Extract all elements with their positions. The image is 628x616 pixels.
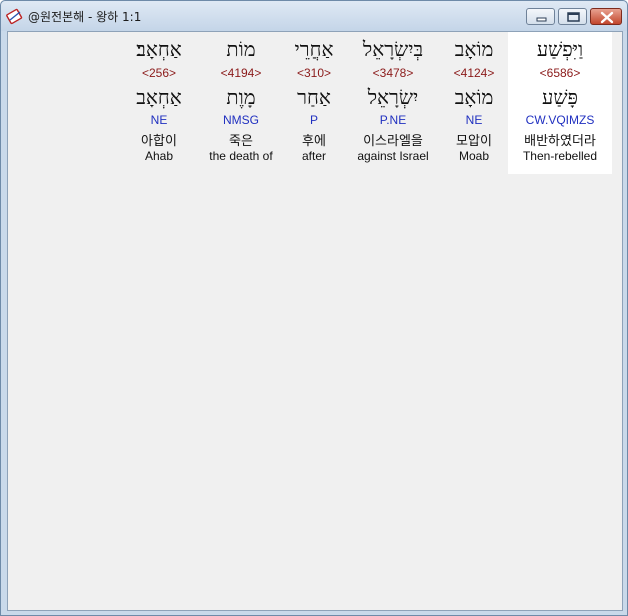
lemma-word: יִשְׂרָאֵל [367, 85, 419, 109]
hebrew-word: וַיִּפְשַׁע [536, 37, 584, 61]
word-column[interactable]: מוֹת <4194> מָוֶת NMSG 죽은 the death of [201, 32, 281, 174]
lemma-word: אַחַר [297, 85, 331, 109]
close-icon [600, 11, 614, 24]
minimize-button[interactable] [526, 8, 555, 25]
korean-gloss: 이스라엘을 [363, 134, 423, 149]
morphology-code: NMSG [223, 113, 259, 127]
korean-gloss: 후에 [302, 134, 326, 149]
morphology-code: P.NE [379, 113, 407, 127]
morphology-code: CW.VQIMZS [525, 113, 595, 127]
hebrew-word: אַחֲרֵי [294, 37, 334, 61]
korean-gloss: 배반하였더라 [524, 134, 596, 149]
lemma-word: פָּשַׁע [542, 85, 578, 109]
restore-icon [567, 12, 580, 22]
word-column[interactable]: מוֹאָב <4124> מוֹאָב NE 모압이 Moab [442, 32, 506, 174]
hebrew-word: מוֹת [226, 37, 256, 61]
word-column[interactable]: אַחְאָב׃ <256> אַחְאָב NE 아합이 Ahab [124, 32, 194, 174]
korean-gloss: 아합이 [141, 134, 177, 149]
interlinear-panel[interactable]: וַיִּפְשַׁע <6586> פָּשַׁע CW.VQIMZS 배반하… [7, 31, 623, 611]
hebrew-word: מוֹאָב [454, 37, 494, 61]
title-bar[interactable]: @원전본해 - 왕하 1:1 [1, 1, 627, 31]
morphology-code: NE [465, 113, 483, 127]
strong-number[interactable]: <310> [286, 66, 342, 80]
close-button[interactable] [590, 8, 622, 25]
strong-number[interactable]: <4124> [442, 66, 506, 80]
word-column[interactable]: אַחֲרֵי <310> אַחַר P 후에 after [286, 32, 342, 174]
strong-number[interactable]: <4194> [201, 66, 281, 80]
word-column[interactable]: בְּיִשְׂרָאֵל <3478> יִשְׂרָאֵל P.NE 이스라… [348, 32, 438, 174]
english-gloss: Ahab [144, 149, 174, 163]
korean-gloss: 모압이 [456, 134, 492, 149]
hebrew-word: בְּיִשְׂרָאֵל [362, 37, 424, 61]
english-gloss: after [301, 149, 326, 163]
english-gloss: Moab [458, 149, 490, 163]
strong-number[interactable]: <3478> [348, 66, 438, 80]
window-title: @원전본해 - 왕하 1:1 [28, 10, 142, 24]
morphology-code: NE [150, 113, 168, 127]
lemma-word: אַחְאָב [136, 85, 182, 109]
strong-number[interactable]: <256> [124, 66, 194, 80]
lemma-word: מוֹאָב [454, 85, 494, 109]
english-gloss: against Israel [357, 149, 429, 163]
hebrew-word: אַחְאָב׃ [136, 37, 182, 61]
english-gloss: the death of [209, 149, 273, 163]
lemma-word: מָוֶת [226, 85, 256, 109]
bible-app-icon[interactable] [6, 7, 24, 25]
minimize-icon [536, 17, 547, 22]
strong-number[interactable]: <6586> [508, 66, 612, 80]
morphology-code: P [309, 113, 318, 127]
english-gloss: Then-rebelled [522, 149, 598, 163]
korean-gloss: 죽은 [229, 134, 253, 149]
restore-button[interactable] [558, 8, 587, 25]
word-column[interactable]: וַיִּפְשַׁע <6586> פָּשַׁע CW.VQIMZS 배반하… [508, 32, 612, 174]
app-window: @원전본해 - 왕하 1:1 וַיִּפְשַׁע <6586> פָּשַׁ… [0, 0, 628, 616]
